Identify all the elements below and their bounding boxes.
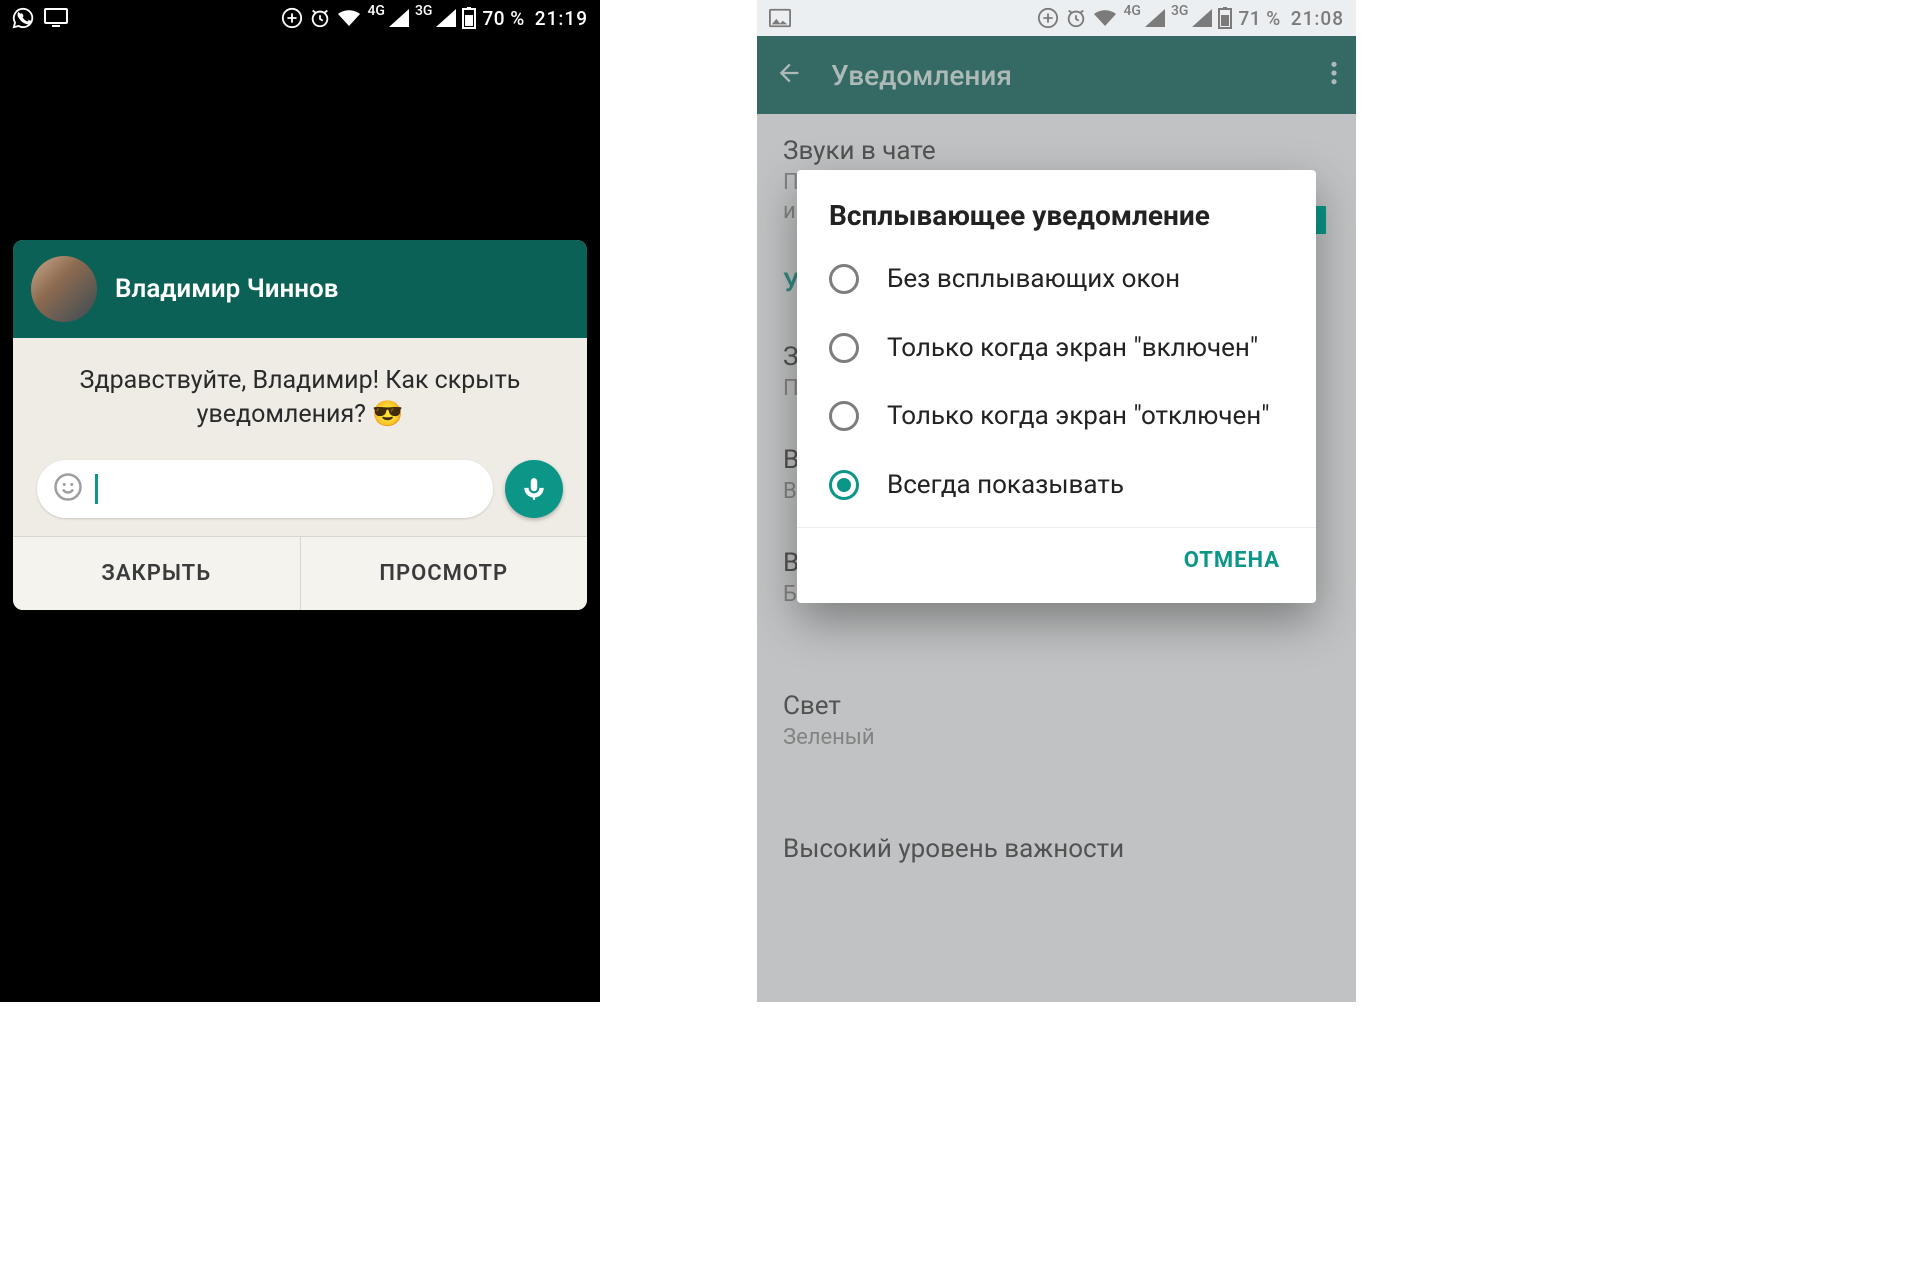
status-bar: 4G 3G 70 % 21:19 xyxy=(0,0,600,36)
net-label-3g: 3G xyxy=(1171,3,1189,19)
alarm-icon xyxy=(309,7,331,29)
battery-icon xyxy=(462,7,476,29)
plus-circle-icon xyxy=(1037,7,1059,29)
radio-icon xyxy=(829,333,859,363)
mic-button[interactable] xyxy=(505,460,563,518)
cancel-button[interactable]: ОТМЕНА xyxy=(1172,538,1292,583)
radio-icon xyxy=(829,401,859,431)
plus-circle-icon xyxy=(281,7,303,29)
radio-option-none[interactable]: Без всплывающих окон xyxy=(797,245,1316,314)
dialog-title: Всплывающее уведомление xyxy=(797,198,1316,245)
sender-name: Владимир Чиннов xyxy=(115,274,338,304)
notification-header[interactable]: Владимир Чиннов xyxy=(13,240,587,338)
radio-option-screen-on[interactable]: Только когда экран "включен" xyxy=(797,314,1316,383)
phone-right-settings: 4G 3G 71 % 21:08 Уведомления Звуки в чат… xyxy=(757,0,1356,1002)
radio-option-always[interactable]: Всегда показывать xyxy=(797,451,1316,520)
net-label-4g: 4G xyxy=(1123,3,1141,19)
clock: 21:19 xyxy=(535,7,588,30)
radio-icon xyxy=(829,264,859,294)
wifi-icon xyxy=(1093,8,1117,28)
radio-icon-selected xyxy=(829,470,859,500)
text-caret xyxy=(95,474,98,504)
radio-option-screen-off[interactable]: Только когда экран "отключен" xyxy=(797,382,1316,451)
notification-message: Здравствуйте, Владимир! Как скрыть уведо… xyxy=(33,364,567,432)
battery-percent: 70 % xyxy=(482,7,524,30)
image-icon xyxy=(769,8,791,28)
battery-percent: 71 % xyxy=(1238,7,1280,30)
close-button[interactable]: ЗАКРЫТЬ xyxy=(13,537,300,610)
spacer xyxy=(600,0,757,1002)
alarm-icon xyxy=(1065,7,1087,29)
quick-reply-input[interactable] xyxy=(37,460,493,518)
clock: 21:08 xyxy=(1291,7,1344,30)
signal-icon xyxy=(436,9,456,27)
net-label-4g: 4G xyxy=(367,3,385,19)
signal-icon xyxy=(1145,9,1165,27)
net-label-3g: 3G xyxy=(415,3,433,19)
status-bar: 4G 3G 71 % 21:08 xyxy=(757,0,1356,36)
battery-icon xyxy=(1218,7,1232,29)
screen-icon xyxy=(44,8,68,28)
heads-up-notification: Владимир Чиннов Здравствуйте, Владимир! … xyxy=(13,240,587,610)
avatar xyxy=(31,256,97,322)
signal-icon xyxy=(1192,9,1212,27)
whatsapp-icon xyxy=(12,7,34,29)
view-button[interactable]: ПРОСМОТР xyxy=(300,537,588,610)
signal-icon xyxy=(389,9,409,27)
wifi-icon xyxy=(337,8,361,28)
phone-left-lockscreen: 4G 3G 70 % 21:19 Владимир Чиннов Здравст… xyxy=(0,0,600,1002)
emoji-icon[interactable] xyxy=(53,472,83,506)
popup-notification-dialog: Всплывающее уведомление Без всплывающих … xyxy=(797,170,1316,603)
